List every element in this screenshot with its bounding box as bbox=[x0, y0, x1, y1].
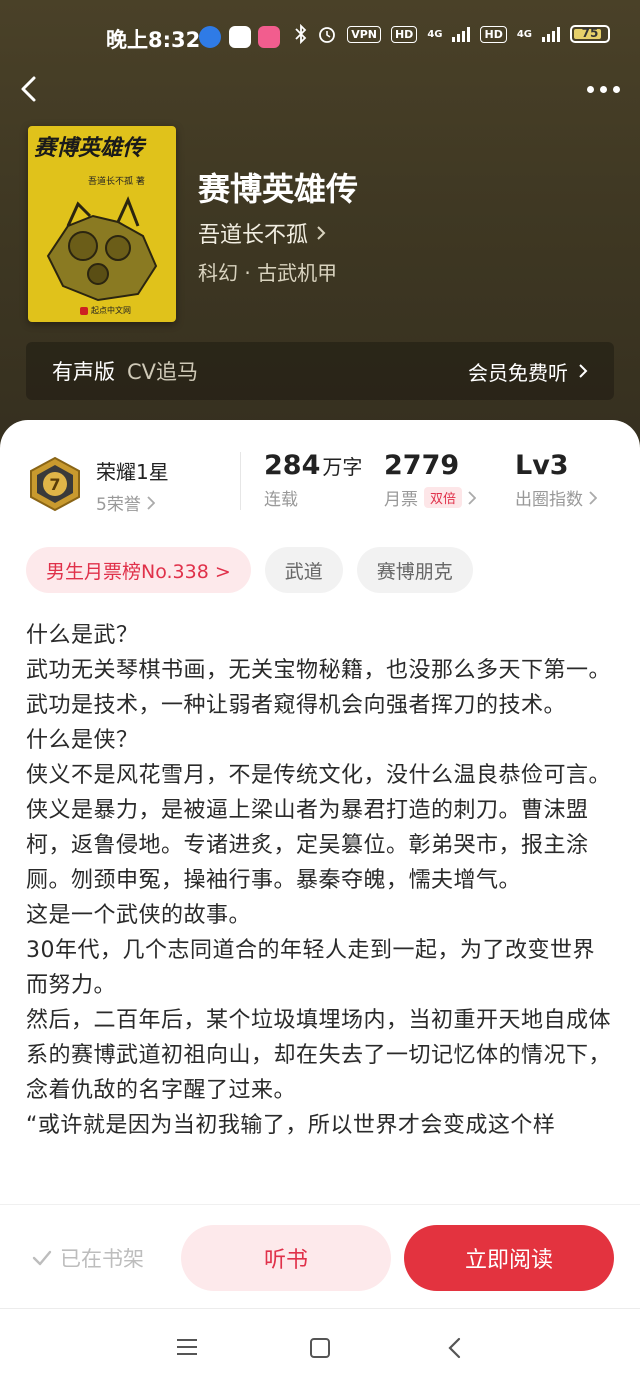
chevron-right-icon bbox=[317, 226, 326, 240]
honor-link[interactable]: 5荣誉 bbox=[96, 490, 155, 515]
app-notification-icon bbox=[199, 26, 221, 48]
battery-icon: 75 bbox=[570, 25, 610, 43]
synopsis-paragraph: 这是一个武侠的故事。 bbox=[26, 903, 252, 928]
synopsis-paragraph: 什么是侠？ bbox=[26, 728, 139, 753]
stat-label: 月票 bbox=[384, 490, 418, 510]
double-badge: 双倍 bbox=[424, 487, 463, 508]
hd-indicator: HD bbox=[480, 25, 507, 43]
system-nav-bar bbox=[0, 1308, 640, 1386]
back-arrow-icon[interactable] bbox=[16, 74, 46, 104]
listen-button[interactable]: 听书 bbox=[181, 1225, 391, 1291]
synopsis-paragraph: “或许就是因为当初我输了，所以世界才会变成这个样 bbox=[26, 1113, 556, 1138]
hd-indicator: HD bbox=[390, 25, 418, 43]
synopsis-paragraph: 什么是武？ bbox=[26, 623, 139, 648]
synopsis-paragraph: 然后，二百年后，某个垃圾填埋场内，当初重开天地自成体系的赛博武道初祖向山，却在失… bbox=[26, 1008, 612, 1103]
in-shelf-indicator[interactable]: 已在书架 bbox=[32, 1243, 144, 1273]
chevron-right-icon bbox=[579, 364, 588, 378]
chevron-right-icon bbox=[589, 490, 597, 505]
book-title: 赛博英雄传 bbox=[198, 170, 359, 208]
book-synopsis[interactable]: 什么是武？ 武功无关琴棋书画，无关宝物秘籍，也没那么多天下第一。武功是技术，一种… bbox=[26, 618, 614, 1143]
battery-level: 75 bbox=[581, 26, 599, 40]
divider bbox=[240, 452, 241, 510]
network-type: 4G bbox=[516, 28, 532, 40]
book-cover: 赛博英雄传 吾道长不孤 著 起点中文网 bbox=[28, 126, 176, 322]
stat-word-count: 284 万字 连载 bbox=[264, 450, 362, 510]
tag-item[interactable]: 赛博朋克 bbox=[356, 547, 473, 593]
synopsis-paragraph: 30年代，几个志同道合的年轻人走到一起，为了改变世界而努力。 bbox=[26, 938, 595, 998]
audio-cta-label: 会员免费听 bbox=[468, 360, 568, 385]
author-link[interactable]: 吾道长不孤 bbox=[198, 217, 326, 249]
checkmark-icon bbox=[32, 1250, 52, 1266]
stat-monthly-tickets[interactable]: 2779 月票 双倍 bbox=[384, 450, 477, 510]
cover-art bbox=[46, 196, 158, 302]
read-now-button[interactable]: 立即阅读 bbox=[404, 1225, 614, 1291]
action-bar: 已在书架 听书 立即阅读 bbox=[0, 1204, 640, 1308]
audio-narrator: CV追马 bbox=[127, 360, 199, 384]
author-name: 吾道长不孤 bbox=[198, 223, 309, 248]
status-indicators: VPN HD 4G HD 4G 75 bbox=[295, 24, 610, 44]
stat-label: 出圈指数 bbox=[515, 490, 583, 510]
bluetooth-icon bbox=[295, 24, 307, 44]
audio-version-bar[interactable]: 有声版 CV追马 会员免费听 bbox=[26, 342, 614, 400]
cover-title: 赛博英雄传 bbox=[34, 136, 145, 161]
honor-badge-level: 7 bbox=[49, 475, 60, 494]
honor-badge-icon[interactable]: 7 bbox=[28, 456, 82, 512]
audio-label: 有声版 bbox=[52, 360, 115, 384]
tag-item[interactable]: 武道 bbox=[264, 547, 343, 593]
stat-value: 2779 bbox=[384, 450, 460, 481]
chevron-right-icon bbox=[468, 490, 477, 505]
tag-list: 男生月票榜No.338 > 武道 赛博朋克 bbox=[26, 547, 473, 593]
honor-title: 荣耀1星 bbox=[96, 460, 169, 484]
synopsis-paragraph: 武功无关琴棋书画，无关宝物秘籍，也没那么多天下第一。武功是技术，一种让弱者窥得机… bbox=[26, 658, 612, 718]
rank-tag[interactable]: 男生月票榜No.338 > bbox=[26, 547, 251, 593]
alarm-icon bbox=[319, 27, 336, 43]
stat-value: 284 bbox=[264, 450, 321, 481]
stat-value: Lv3 bbox=[515, 450, 569, 481]
chevron-right-icon bbox=[147, 495, 155, 510]
status-bar: 晚上8:32 VPN HD 4G HD 4G 75 bbox=[0, 0, 640, 72]
stat-unit: 万字 bbox=[322, 455, 363, 479]
signal-icon bbox=[542, 26, 560, 42]
home-icon[interactable] bbox=[310, 1338, 330, 1358]
book-genre: 科幻 · 古武机甲 bbox=[198, 261, 338, 285]
honor-subtitle: 5荣誉 bbox=[96, 495, 141, 515]
app-notification-icon bbox=[258, 26, 280, 48]
stat-label: 连载 bbox=[264, 490, 298, 510]
back-icon[interactable] bbox=[446, 1337, 462, 1359]
network-type: 4G bbox=[427, 28, 443, 40]
status-time: 晚上8:32 bbox=[106, 28, 201, 52]
app-notification-icon bbox=[229, 26, 251, 48]
cover-publisher: 起点中文网 bbox=[80, 305, 131, 316]
vpn-indicator: VPN bbox=[347, 25, 381, 43]
recent-apps-icon[interactable] bbox=[177, 1339, 197, 1355]
signal-icon bbox=[452, 26, 471, 42]
synopsis-paragraph: 侠义不是风花雪月，不是传统文化，没什么温良恭俭可言。侠义是暴力，是被逼上梁山者为… bbox=[26, 763, 612, 893]
shelf-label: 已在书架 bbox=[60, 1247, 144, 1271]
audio-label-group: 有声版 CV追马 bbox=[52, 356, 198, 386]
audio-cta[interactable]: 会员免费听 bbox=[468, 357, 588, 386]
stat-popularity[interactable]: Lv3 出圈指数 bbox=[515, 450, 597, 510]
book-detail-sheet: 7 荣耀1星 5荣誉 284 万字 连载 2779 月票 双倍 Lv3 出圈指数 男… bbox=[0, 420, 640, 1210]
more-icon[interactable] bbox=[587, 86, 620, 93]
